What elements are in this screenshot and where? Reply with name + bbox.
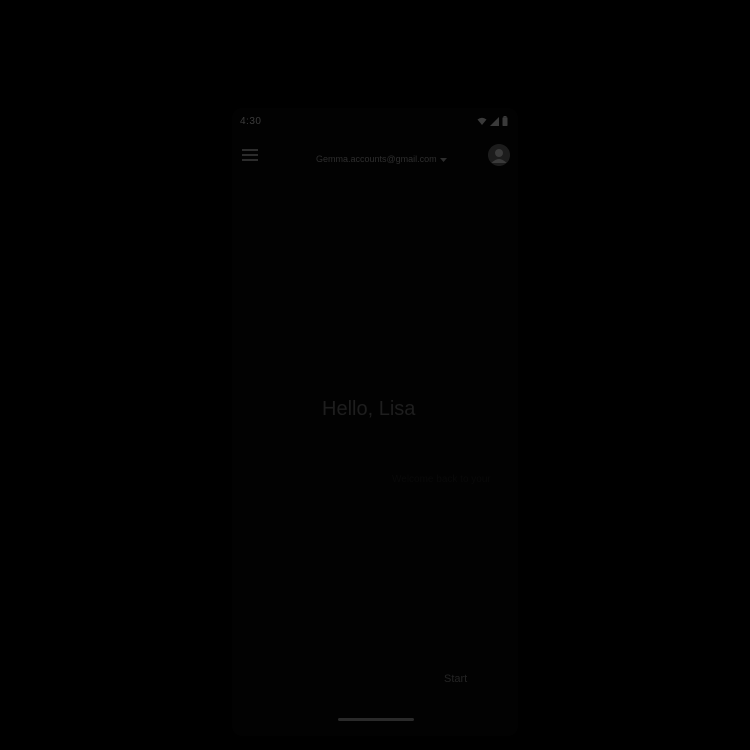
account-email: Gemma.accounts@gmail.com <box>316 154 437 164</box>
home-indicator[interactable] <box>338 718 414 721</box>
battery-icon <box>502 116 508 126</box>
signal-icon <box>490 116 499 126</box>
menu-button[interactable] <box>240 147 260 167</box>
screen: 4:30 Gemma.accounts@gmail.com Hello, Lis… <box>0 0 750 750</box>
status-icons <box>477 116 508 126</box>
wifi-icon <box>477 117 487 126</box>
menu-icon <box>242 148 258 166</box>
account-switcher[interactable]: Gemma.accounts@gmail.com <box>316 150 447 168</box>
greeting-title: Hello, Lisa <box>322 398 416 420</box>
avatar-icon <box>488 144 510 166</box>
start-button[interactable]: Start <box>436 670 475 688</box>
phone-screen: 4:30 Gemma.accounts@gmail.com Hello, Lis… <box>232 108 518 736</box>
status-time: 4:30 <box>240 115 262 127</box>
app-bar: Gemma.accounts@gmail.com <box>232 142 518 172</box>
welcome-subtitle: Welcome back to your <box>392 474 491 485</box>
avatar[interactable] <box>488 144 510 166</box>
status-bar: 4:30 <box>240 114 508 128</box>
chevron-down-icon <box>439 150 447 168</box>
